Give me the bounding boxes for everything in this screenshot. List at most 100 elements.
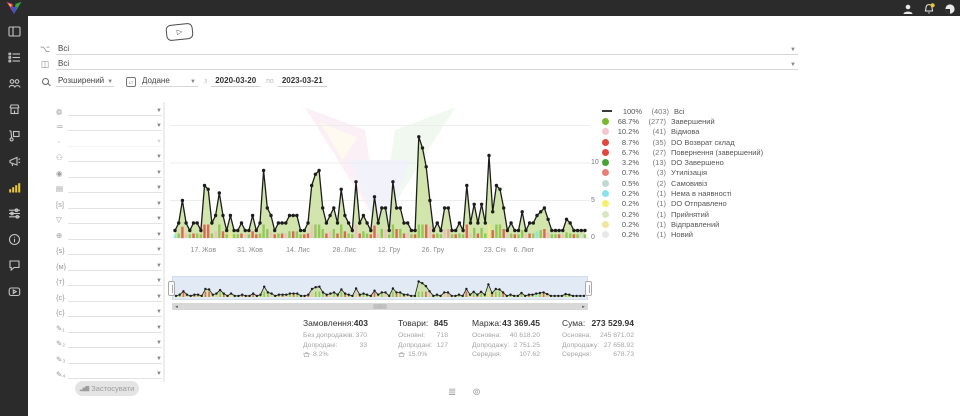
product-select[interactable]: Всі ▼ — [56, 59, 798, 70]
filter-row[interactable]: ▤ ▼ — [56, 178, 162, 194]
legend-item[interactable]: 0.7% (3) Утилізація — [602, 168, 763, 178]
filter-row-select[interactable]: ▼ — [68, 294, 162, 302]
notification-bell-icon[interactable] — [923, 2, 935, 14]
filter-row-select[interactable]: ▼ — [68, 356, 162, 364]
legend-label: DO Завершено — [671, 158, 724, 167]
filter-row[interactable]: {т} ▼ — [56, 271, 162, 287]
filter-row-select[interactable]: ▼ — [68, 170, 162, 178]
filter-row[interactable]: ⚇ ▼ — [56, 147, 162, 163]
list-view-icon[interactable]: ≣ — [448, 387, 456, 398]
x-axis-labels: 17. Жов31. Жов14. Лис28. Лис12. Гру26. Г… — [0, 247, 960, 257]
date-to-input[interactable]: 2023-03-21 — [278, 76, 327, 87]
scroll-grip[interactable]: ∷ — [373, 304, 387, 309]
legend-swatch — [602, 211, 609, 218]
filter-row[interactable]: ⊕ ▼ — [56, 224, 162, 240]
filter-row-select[interactable]: ▼ — [68, 216, 162, 224]
stat-title: Товари: — [398, 318, 428, 328]
legend-item[interactable]: 8.7% (35) DO Возврат склад — [602, 137, 763, 147]
date-field-select[interactable]: Додане ▼ — [140, 76, 198, 87]
legend-item[interactable]: 0.2% (1) DO Отправлено — [602, 199, 763, 209]
filter-row-select[interactable]: ▼ — [68, 371, 162, 379]
chevron-down-icon: ▼ — [190, 79, 196, 85]
legend-item[interactable]: 6.7% (27) Повернення (завершений) — [602, 147, 763, 157]
filter-row[interactable]: ▽ ▼ — [56, 209, 162, 225]
sidebar-item-marketing[interactable] — [7, 154, 22, 169]
filter-row-icon: {с} — [56, 308, 68, 317]
navigator-left-handle[interactable] — [168, 281, 175, 296]
filter-row[interactable]: ◔ ▼ — [56, 131, 162, 147]
stat-margin: Маржа:43 369.45 Основна:40 618.20Допрода… — [472, 318, 540, 360]
legend-percent: 6.7% — [613, 148, 639, 157]
sidebar-item-store[interactable] — [7, 102, 22, 117]
legend-swatch — [602, 221, 609, 228]
filter-row-icon: ✎₂ — [56, 339, 68, 348]
filter-row[interactable]: ◉ ▼ — [56, 162, 162, 178]
legend-item[interactable]: 0.2% (1) Нема в наявності — [602, 188, 763, 198]
legend-item[interactable]: 0.2% (1) Прийнятий — [602, 209, 763, 219]
apply-button[interactable]: ▂▅▇ Застосувати — [75, 381, 139, 396]
filter-row-select[interactable]: ▼ — [68, 185, 162, 193]
horizontal-scrollbar[interactable]: ◂ ▸ ∷ — [172, 303, 588, 310]
filter-row-select[interactable]: ▼ — [68, 340, 162, 348]
upsell-basket-icon — [303, 351, 310, 358]
filter-row-select[interactable]: ▼ — [68, 123, 162, 131]
legend-swatch — [602, 110, 612, 112]
sidebar-item-info[interactable] — [7, 232, 22, 247]
theme-toggle-icon[interactable] — [944, 2, 956, 14]
legend-label: Всі — [674, 107, 684, 116]
filter-row-select[interactable]: ▼ — [68, 139, 162, 147]
filter-row-select[interactable]: ▼ — [68, 263, 162, 271]
legend-swatch — [602, 139, 609, 146]
filter-row[interactable]: {с} ▼ — [56, 302, 162, 318]
sidebar-item-analytics[interactable] — [7, 180, 22, 195]
filter-row-select[interactable]: ▼ — [68, 232, 162, 240]
sidebar-item-videos[interactable] — [7, 284, 22, 299]
products-view-icon[interactable]: ⊚ — [472, 387, 480, 398]
sidebar-item-purchases[interactable] — [7, 128, 22, 143]
filter-row[interactable]: {с} ▼ — [56, 286, 162, 302]
video-tag-icon[interactable]: ▷ — [165, 23, 194, 42]
legend-item[interactable]: 0.2% (1) Новий — [602, 230, 763, 240]
filter-panel-scrollbar[interactable] — [163, 102, 165, 382]
x-tick-label: 23. Січ — [484, 247, 506, 254]
filter-row[interactable]: ✎₃ ▼ — [56, 348, 162, 364]
filter-row-select[interactable]: ▼ — [68, 108, 162, 116]
navigator-right-handle[interactable] — [585, 281, 592, 296]
chart-navigator[interactable] — [172, 276, 588, 300]
filter-row[interactable]: {м} ▼ — [56, 255, 162, 271]
category-tree-icon: ⌥ — [38, 44, 52, 55]
legend-percent: 0.2% — [613, 199, 639, 208]
search-mode-select[interactable]: Розширений ▼ — [56, 76, 114, 87]
filter-row[interactable]: ≔ ▼ — [56, 116, 162, 132]
filter-row[interactable]: [s] ▼ — [56, 193, 162, 209]
filter-row[interactable]: ✎₁ ▼ — [56, 317, 162, 333]
legend-item[interactable]: 68.7% (277) Завершений — [602, 116, 763, 126]
user-icon[interactable] — [902, 2, 914, 14]
stat-value: 845 — [434, 318, 448, 328]
date-from-input[interactable]: 2020-03-20 — [211, 76, 260, 87]
sidebar-item-dashboard[interactable] — [7, 24, 22, 39]
category-select[interactable]: Всі ▼ — [56, 44, 798, 55]
filter-row[interactable]: ◍ ▼ — [56, 100, 162, 116]
filter-row[interactable]: ✎₂ ▼ — [56, 333, 162, 349]
scroll-left-arrow[interactable]: ◂ — [172, 303, 181, 310]
filter-row-select[interactable]: ▼ — [68, 325, 162, 333]
orders-chart[interactable] — [170, 96, 590, 244]
legend-item[interactable]: 100% (403) Всі — [602, 106, 763, 116]
legend-item[interactable]: 10.2% (41) Відмова — [602, 127, 763, 137]
app-logo[interactable] — [4, 1, 24, 16]
legend-item[interactable]: 0.2% (1) Відправлений — [602, 219, 763, 229]
sidebar-item-clients[interactable] — [7, 76, 22, 91]
sidebar-item-support[interactable] — [7, 258, 22, 273]
filter-row-select[interactable]: ▼ — [68, 309, 162, 317]
legend-item[interactable]: 0.5% (2) Самовивіз — [602, 178, 763, 188]
scroll-right-arrow[interactable]: ▸ — [579, 303, 588, 310]
sidebar-item-orders[interactable] — [7, 50, 22, 65]
filter-row-select[interactable]: ▼ — [68, 201, 162, 209]
filter-row-select[interactable]: ▼ — [68, 278, 162, 286]
sidebar-item-settings[interactable] — [7, 206, 22, 221]
legend-swatch — [602, 159, 609, 166]
filter-row-select[interactable]: ▼ — [68, 154, 162, 162]
legend-item[interactable]: 3.2% (13) DO Завершено — [602, 157, 763, 167]
filter-row[interactable]: ✎₄ ▼ — [56, 364, 162, 380]
